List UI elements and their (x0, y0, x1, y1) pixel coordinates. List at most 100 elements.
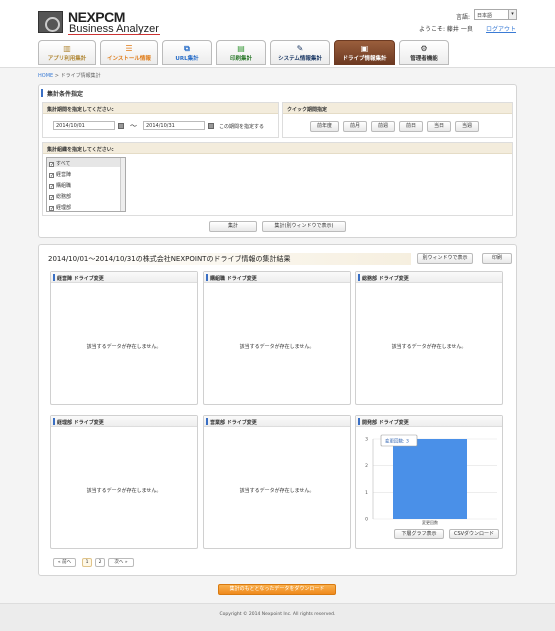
no-data-message: 該当するデータが存在しません。 (86, 488, 162, 494)
bar-chart[interactable]: 0 1 2 3 変更回数 変更回数: 3 (357, 429, 503, 529)
drive-icon: ▣ (360, 44, 369, 53)
tab-drive-info[interactable]: ▣ ドライブ情報集計 (334, 40, 395, 65)
csv-download-button[interactable]: CSVダウンロード (449, 529, 499, 539)
breadcrumb-current: ドライブ情報集計 (60, 73, 101, 79)
breadcrumb-home[interactable]: HOME (38, 73, 53, 79)
copyright: Copyright © 2014 Nexpoint Inc. All right… (219, 612, 336, 617)
period-note: この期間を指定する (219, 124, 265, 130)
list-icon: ☰ (125, 44, 133, 53)
tab-label: インストール情報 (107, 56, 151, 62)
calendar-icon[interactable] (118, 123, 124, 129)
checkbox-icon: ✓ (49, 173, 55, 179)
tab-label: 管理者機能 (410, 56, 438, 62)
bar (393, 439, 467, 519)
period-box: 集計期間を指定してください: (42, 102, 279, 138)
card-title: 経理部 ドライブ変更 (51, 416, 197, 427)
tab-label: アプリ利用集計 (47, 56, 87, 62)
aggregate-window-button[interactable]: 集計(別ウィンドウで表示) (262, 221, 346, 232)
range-separator: ～ (130, 122, 137, 130)
y-tick-label: 2 (365, 463, 368, 469)
download-data-button[interactable]: 集計のもととなったデータをダウンロード (218, 584, 336, 595)
org-checkbox[interactable]: ✓ 総務部 (49, 193, 72, 201)
tab-url[interactable]: ⧉ URL集計 (162, 40, 212, 65)
scrollbar[interactable] (120, 158, 125, 211)
breadcrumb: HOME > ドライブ情報集計 (38, 72, 101, 79)
tab-system-info[interactable]: ✎ システム情報集計 (270, 40, 330, 65)
quick-today-button[interactable]: 当日 (427, 121, 451, 132)
no-data-message: 該当するデータが存在しません。 (239, 344, 315, 350)
result-card: 経理部 ドライブ変更該当するデータが存在しません。 (50, 415, 198, 549)
result-card: 営業部 ドライブ変更該当するデータが存在しません。 (203, 415, 351, 549)
print-icon: ▤ (237, 44, 245, 53)
org-name: 総務部 (56, 194, 72, 200)
tab-label: URL集計 (175, 56, 199, 62)
tab-admin[interactable]: ⚙ 管理者機能 (399, 40, 449, 65)
no-data-message: 該当するデータが存在しません。 (391, 344, 467, 350)
quick-prev-month-button[interactable]: 前月 (343, 121, 367, 132)
org-name: 購組職 (56, 183, 72, 189)
org-checkbox[interactable]: ✓ 経営陣 (49, 171, 72, 179)
tab-label: システム情報集計 (278, 56, 322, 62)
result-card: 総務部 ドライブ変更該当するデータが存在しません。 (355, 271, 503, 405)
language-select[interactable]: 日本語 ▾ (474, 9, 517, 20)
edit-icon: ✎ (296, 44, 304, 53)
quick-prev-year-button[interactable]: 前年度 (310, 121, 339, 132)
conditions-title: 集計条件指定 (47, 91, 84, 98)
checkbox-icon: ✓ (49, 162, 55, 168)
org-checkbox[interactable]: ✓ 経理部 (49, 204, 72, 212)
footer (0, 603, 555, 631)
tooltip-text: 変更回数: 3 (385, 438, 409, 445)
org-name: すべて (56, 161, 71, 167)
logo-icon (38, 11, 63, 33)
logout-link[interactable]: ログアウト (486, 24, 516, 33)
page-button[interactable]: 1 (82, 558, 92, 567)
org-checkbox[interactable]: ✓ 購組職 (49, 182, 72, 190)
page-button[interactable]: 2 (95, 558, 105, 567)
results-title: 2014/10/01～2014/10/31の株式会社NEXPOINTのドライブ情… (48, 255, 291, 263)
quick-prev-week-button[interactable]: 前週 (371, 121, 395, 132)
x-tick-label: 変更回数 (422, 519, 438, 525)
no-data-message: 該当するデータが存在しません。 (239, 488, 315, 494)
result-card-chart: 開発部 ドライブ変更 0 1 2 3 変更回数 変更回数: 3 下層グラフ表示 CSVダウ… (355, 415, 503, 549)
org-checkbox[interactable]: ✓ すべて (49, 160, 71, 168)
tab-install-info[interactable]: ☰ インストール情報 (100, 40, 158, 65)
section-marker (41, 89, 43, 97)
tab-app-usage[interactable]: ▥ アプリ利用集計 (38, 40, 96, 65)
card-title: 営業部 ドライブ変更 (204, 416, 350, 427)
chart-tooltip: 変更回数: 3 (380, 434, 418, 447)
checkbox-icon: ✓ (49, 206, 55, 212)
checkbox-icon: ✓ (49, 195, 55, 201)
tab-print[interactable]: ▤ 印刷集計 (216, 40, 266, 65)
lower-graph-button[interactable]: 下層グラフ表示 (394, 529, 444, 539)
quick-prev-day-button[interactable]: 前日 (399, 121, 423, 132)
date-to-input[interactable]: 2014/10/31 (143, 121, 205, 130)
welcome-text: ようこそ: 藤井 一良 (419, 26, 473, 33)
no-data-message: 該当するデータが存在しません。 (86, 344, 162, 350)
quick-period-label: クイック期間指定 (283, 103, 512, 114)
link-icon: ⧉ (184, 44, 190, 53)
period-label: 集計期間を指定してください: (43, 103, 278, 114)
tab-label: 印刷集計 (229, 56, 252, 62)
result-card: 経営陣 ドライブ変更該当するデータが存在しません。 (50, 271, 198, 405)
card-title: 総務部 ドライブ変更 (356, 272, 502, 283)
tab-label: ドライブ情報集計 (342, 56, 387, 62)
chart-icon: ▥ (63, 44, 71, 53)
gear-icon: ⚙ (420, 44, 428, 53)
y-tick-label: 3 (365, 437, 368, 443)
open-window-button[interactable]: 別ウィンドウで表示 (417, 253, 473, 264)
prev-page-button[interactable]: « 前へ (53, 558, 76, 567)
next-page-button[interactable]: 次へ » (108, 558, 134, 567)
card-title: 経営陣 ドライブ変更 (51, 272, 197, 283)
y-tick-label: 0 (365, 517, 368, 523)
date-from-input[interactable]: 2014/10/01 (53, 121, 115, 130)
result-card: 購組職 ドライブ変更該当するデータが存在しません。 (203, 271, 351, 405)
quick-this-week-button[interactable]: 当週 (455, 121, 479, 132)
card-title: 購組職 ドライブ変更 (204, 272, 350, 283)
org-name: 経営陣 (56, 172, 72, 178)
org-label: 集計組織を指定してください: (43, 143, 512, 154)
calendar-icon[interactable] (208, 123, 214, 129)
org-name: 経理部 (56, 205, 72, 211)
card-title: 開発部 ドライブ変更 (356, 416, 502, 427)
print-button[interactable]: 印刷 (482, 253, 512, 264)
aggregate-button[interactable]: 集計 (209, 221, 257, 232)
